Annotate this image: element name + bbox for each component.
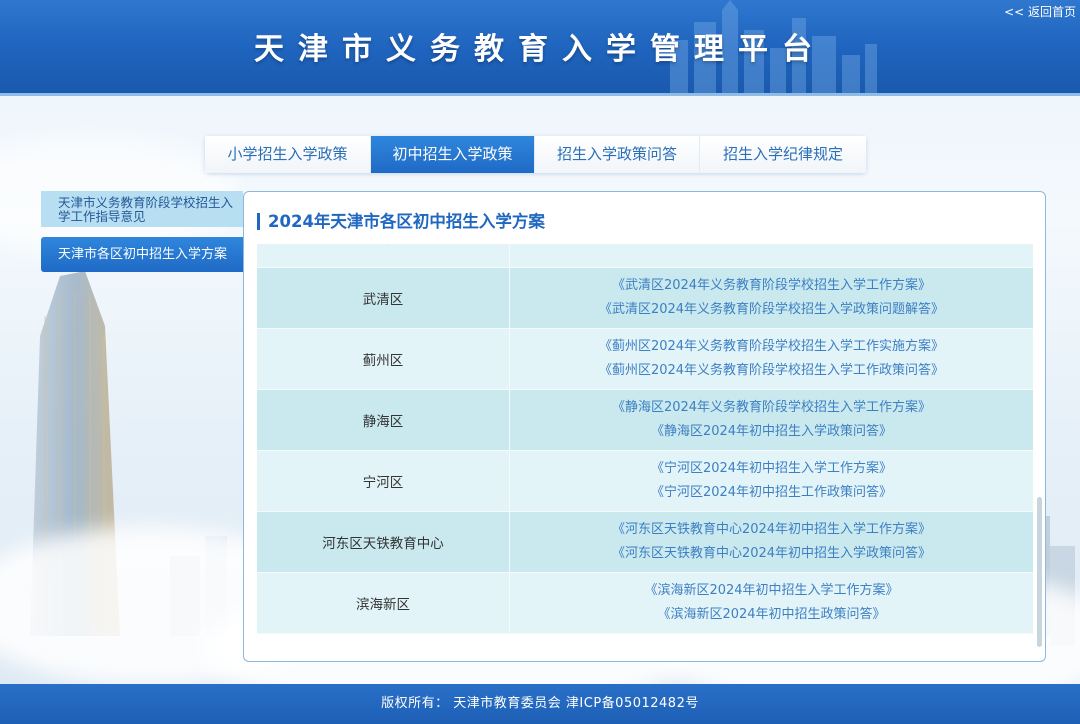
content-panel: 2024年天津市各区初中招生入学方案 宝坻区 《宝坻区2024年初中招生工作政策问… — [243, 191, 1046, 662]
page-header: 天津市义务教育入学管理平台 << 返回首页 — [0, 0, 1080, 93]
district-table[interactable]: 宝坻区《宝坻区2024年初中招生工作政策问答》武清区《武清区2024年义务教育阶… — [257, 244, 1033, 634]
table-row: 静海区 《静海区2024年义务教育阶段学校招生入学工作方案》 《静海区2024年初中… — [257, 390, 1033, 451]
table-row: 武清区 《武清区2024年义务教育阶段学校招生入学工作方案》 《武清区2024年义务… — [257, 268, 1033, 329]
document-link[interactable]: 《河东区天铁教育中心2024年初中招生入学政策问答》 — [612, 542, 931, 566]
district-name: 静海区 — [257, 390, 510, 450]
document-links: 《宝坻区2024年初中招生工作政策问答》 — [510, 244, 1033, 267]
document-link[interactable]: 《宁河区2024年初中招生入学工作方案》 — [651, 457, 892, 481]
tab-primary-policy[interactable]: 小学招生入学政策 — [205, 136, 371, 173]
table-row: 宁河区 《宁河区2024年初中招生入学工作方案》 《宁河区2024年初中招生工作政策… — [257, 451, 1033, 512]
table-row: 河东区天铁教育中心 《河东区天铁教育中心2024年初中招生入学工作方案》 《河东区天… — [257, 512, 1033, 573]
tab-junior-policy[interactable]: 初中招生入学政策 — [371, 136, 535, 173]
document-link[interactable]: 《静海区2024年义务教育阶段学校招生入学工作方案》 — [612, 396, 931, 420]
document-links: 《蓟州区2024年义务教育阶段学校招生入学工作实施方案》 《蓟州区2024年义务教… — [510, 329, 1033, 389]
document-links: 《宁河区2024年初中招生入学工作方案》 《宁河区2024年初中招生工作政策问答》 — [510, 451, 1033, 511]
document-link[interactable]: 《河东区天铁教育中心2024年初中招生入学工作方案》 — [612, 518, 931, 542]
document-link[interactable]: 《武清区2024年义务教育阶段学校招生入学政策问题解答》 — [599, 298, 944, 322]
district-name: 宝坻区 — [257, 244, 510, 267]
district-name: 蓟州区 — [257, 329, 510, 389]
district-name: 武清区 — [257, 268, 510, 328]
document-links: 《河东区天铁教育中心2024年初中招生入学工作方案》 《河东区天铁教育中心2024… — [510, 512, 1033, 572]
document-links: 《武清区2024年义务教育阶段学校招生入学工作方案》 《武清区2024年义务教育阶… — [510, 268, 1033, 328]
table-row: 蓟州区 《蓟州区2024年义务教育阶段学校招生入学工作实施方案》 《蓟州区2024年… — [257, 329, 1033, 390]
sidebar-item-guidance[interactable]: 天津市义务教育阶段学校招生入学工作指导意见 — [41, 191, 243, 227]
document-links: 《滨海新区2024年初中招生入学工作方案》 《滨海新区2024年初中招生政策问答》 — [510, 573, 1033, 633]
district-name: 宁河区 — [257, 451, 510, 511]
table-row: 宝坻区 《宝坻区2024年初中招生工作政策问答》 — [257, 244, 1033, 268]
tab-policy-qa[interactable]: 招生入学政策问答 — [535, 136, 700, 173]
document-link[interactable]: 《蓟州区2024年义务教育阶段学校招生入学工作实施方案》 — [599, 335, 944, 359]
sidebar: 天津市义务教育阶段学校招生入学工作指导意见 天津市各区初中招生入学方案 — [41, 191, 243, 272]
document-link[interactable]: 《武清区2024年义务教育阶段学校招生入学工作方案》 — [612, 274, 931, 298]
tab-discipline-rules[interactable]: 招生入学纪律规定 — [700, 136, 866, 173]
document-link[interactable]: 《静海区2024年初中招生入学政策问答》 — [651, 420, 892, 444]
table-row: 滨海新区 《滨海新区2024年初中招生入学工作方案》 《滨海新区2024年初中招生政… — [257, 573, 1033, 634]
page-title: 天津市义务教育入学管理平台 — [254, 32, 826, 67]
policy-tabs: 小学招生入学政策 初中招生入学政策 招生入学政策问答 招生入学纪律规定 — [205, 136, 866, 173]
district-name: 滨海新区 — [257, 573, 510, 633]
back-home-link[interactable]: << 返回首页 — [1004, 3, 1076, 20]
document-link[interactable]: 《滨海新区2024年初中招生政策问答》 — [657, 603, 885, 627]
district-name: 河东区天铁教育中心 — [257, 512, 510, 572]
section-title: 2024年天津市各区初中招生入学方案 — [257, 213, 545, 230]
scrollbar-thumb[interactable] — [1037, 497, 1042, 647]
document-link[interactable]: 《蓟州区2024年义务教育阶段学校招生入学工作政策问答》 — [599, 359, 944, 383]
document-link[interactable]: 《宝坻区2024年初中招生工作政策问答》 — [651, 244, 892, 249]
document-link[interactable]: 《宁河区2024年初中招生工作政策问答》 — [651, 481, 892, 505]
table-body: 宝坻区《宝坻区2024年初中招生工作政策问答》武清区《武清区2024年义务教育阶… — [257, 244, 1033, 634]
copyright-text: 版权所有： 天津市教育委员会 津ICP备05012482号 — [381, 696, 699, 711]
page-footer: 版权所有： 天津市教育委员会 津ICP备05012482号 — [0, 684, 1080, 724]
document-links: 《静海区2024年义务教育阶段学校招生入学工作方案》 《静海区2024年初中招生入… — [510, 390, 1033, 450]
sidebar-item-district-plans[interactable]: 天津市各区初中招生入学方案 — [41, 237, 243, 272]
document-link[interactable]: 《滨海新区2024年初中招生入学工作方案》 — [644, 579, 898, 603]
